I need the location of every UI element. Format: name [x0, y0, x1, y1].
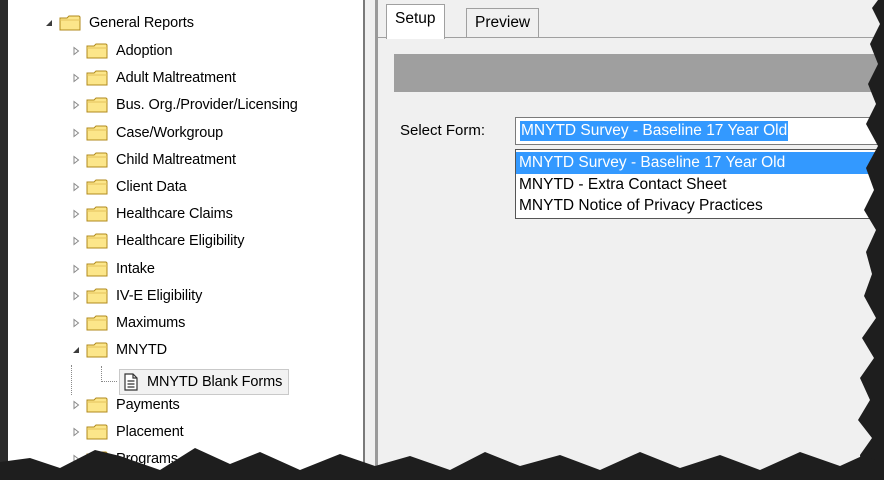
folder-icon	[86, 97, 116, 113]
select-form-dropdown-list: MNYTD Survey - Baseline 17 Year Old MNYT…	[515, 149, 884, 219]
folder-icon	[86, 397, 116, 413]
tree-node-mnytd-blank-forms[interactable]: MNYTD Blank Forms	[119, 369, 290, 395]
triangle-collapsed-icon[interactable]	[70, 235, 82, 247]
folder-icon	[86, 233, 116, 249]
folder-icon	[86, 315, 116, 331]
tree-node-adoption[interactable]: Adoption	[70, 40, 173, 62]
report-panel: Setup Preview Select Form: MNYTD Survey …	[378, 0, 884, 480]
folder-icon	[86, 261, 116, 277]
header-bar	[394, 54, 884, 92]
select-form-combobox[interactable]: MNYTD Survey - Baseline 17 Year Old	[515, 117, 884, 145]
tree-node-healthcare-eligibility[interactable]: Healthcare Eligibility	[70, 230, 244, 252]
tree-node-label: MNYTD	[116, 342, 168, 359]
folder-icon	[86, 43, 116, 59]
triangle-collapsed-icon[interactable]	[70, 72, 82, 84]
tree-node-general-reports[interactable]: General Reports	[43, 12, 194, 34]
dropdown-option-extra-contact-sheet[interactable]: MNYTD - Extra Contact Sheet	[516, 174, 884, 196]
folder-icon	[86, 424, 116, 440]
tree-node-label: Healthcare Eligibility	[116, 233, 245, 250]
tree-node-label: Healthcare Claims	[116, 206, 233, 223]
triangle-expanded-icon[interactable]	[43, 17, 55, 29]
triangle-collapsed-icon[interactable]	[70, 263, 82, 275]
report-tree: General Reports Adoption Adult Maltreatme…	[0, 0, 363, 480]
tree-node-mnytd[interactable]: MNYTD	[70, 339, 167, 361]
triangle-collapsed-icon[interactable]	[70, 208, 82, 220]
tree-node-label: Intake	[116, 260, 155, 277]
tree-node-label: IV-E Eligibility	[116, 287, 203, 304]
tab-strip: Setup Preview	[378, 0, 884, 39]
triangle-collapsed-icon[interactable]	[70, 426, 82, 438]
select-form-label: Select Form:	[400, 122, 486, 139]
tree-node-child-maltreatment[interactable]: Child Maltreatment	[70, 149, 236, 171]
folder-icon	[86, 206, 116, 222]
tree-node-label: Maximums	[116, 315, 186, 331]
tree-node-payments[interactable]: Payments	[70, 394, 180, 416]
triangle-collapsed-icon[interactable]	[70, 154, 82, 166]
tree-node-adult-maltreatment[interactable]: Adult Maltreatment	[70, 67, 236, 89]
triangle-collapsed-icon[interactable]	[70, 181, 82, 193]
tree-node-label: Payments	[116, 396, 180, 413]
folder-icon	[86, 70, 116, 86]
tree-node-label: Placement	[116, 424, 184, 441]
tree-node-label: Adult Maltreatment	[116, 70, 236, 87]
triangle-collapsed-icon[interactable]	[70, 99, 82, 111]
tree-node-label: Adoption	[116, 43, 173, 59]
tree-node-intake[interactable]: Intake	[70, 258, 155, 280]
tree-node-label: Child Maltreatment	[116, 151, 236, 168]
tree-node-maximums[interactable]: Maximums	[70, 312, 185, 334]
folder-icon	[59, 15, 81, 31]
triangle-collapsed-icon[interactable]	[70, 127, 82, 139]
dropdown-option-privacy-notice[interactable]: MNYTD Notice of Privacy Practices	[516, 195, 884, 217]
tree-connector	[71, 365, 72, 395]
tree-node-label: Bus. Org./Provider/Licensing	[116, 97, 298, 114]
triangle-expanded-icon[interactable]	[70, 344, 82, 356]
folder-icon	[86, 288, 116, 304]
tree-node-client-data[interactable]: Client Data	[70, 176, 187, 198]
tree-connector	[101, 381, 117, 382]
triangle-collapsed-icon[interactable]	[70, 399, 82, 411]
folder-icon	[86, 451, 116, 467]
tree-node-label: Case/Workgroup	[116, 124, 224, 141]
document-icon	[124, 373, 138, 391]
pane-splitter[interactable]	[363, 0, 378, 480]
tree-node-placement[interactable]: Placement	[70, 421, 184, 443]
folder-icon	[86, 152, 116, 168]
tree-node-bus-org-provider-licensing[interactable]: Bus. Org./Provider/Licensing	[70, 94, 298, 116]
tree-node-iv-e-eligibility[interactable]: IV-E Eligibility	[70, 285, 202, 307]
tree-node-label: Client Data	[116, 179, 187, 195]
triangle-collapsed-icon[interactable]	[70, 45, 82, 57]
tree-node-case-workgroup[interactable]: Case/Workgroup	[70, 122, 223, 144]
combobox-value: MNYTD Survey - Baseline 17 Year Old	[520, 121, 789, 141]
tree-node-label: General Reports	[89, 15, 194, 31]
tab-setup[interactable]: Setup	[386, 4, 445, 39]
tree-connector	[101, 366, 102, 382]
tree-node-healthcare-claims[interactable]: Healthcare Claims	[70, 203, 233, 225]
tree-node-label: MNYTD Blank Forms	[147, 374, 283, 390]
tab-preview[interactable]: Preview	[466, 8, 540, 37]
folder-icon	[86, 179, 116, 195]
tree-node-programs[interactable]: Programs	[70, 448, 178, 470]
triangle-collapsed-icon[interactable]	[70, 317, 82, 329]
tree-node-label: Programs	[116, 451, 179, 468]
dropdown-option-baseline-survey[interactable]: MNYTD Survey - Baseline 17 Year Old	[516, 152, 884, 174]
folder-icon	[86, 125, 116, 141]
folder-icon	[86, 342, 116, 358]
triangle-collapsed-icon[interactable]	[70, 453, 82, 465]
triangle-collapsed-icon[interactable]	[70, 290, 82, 302]
